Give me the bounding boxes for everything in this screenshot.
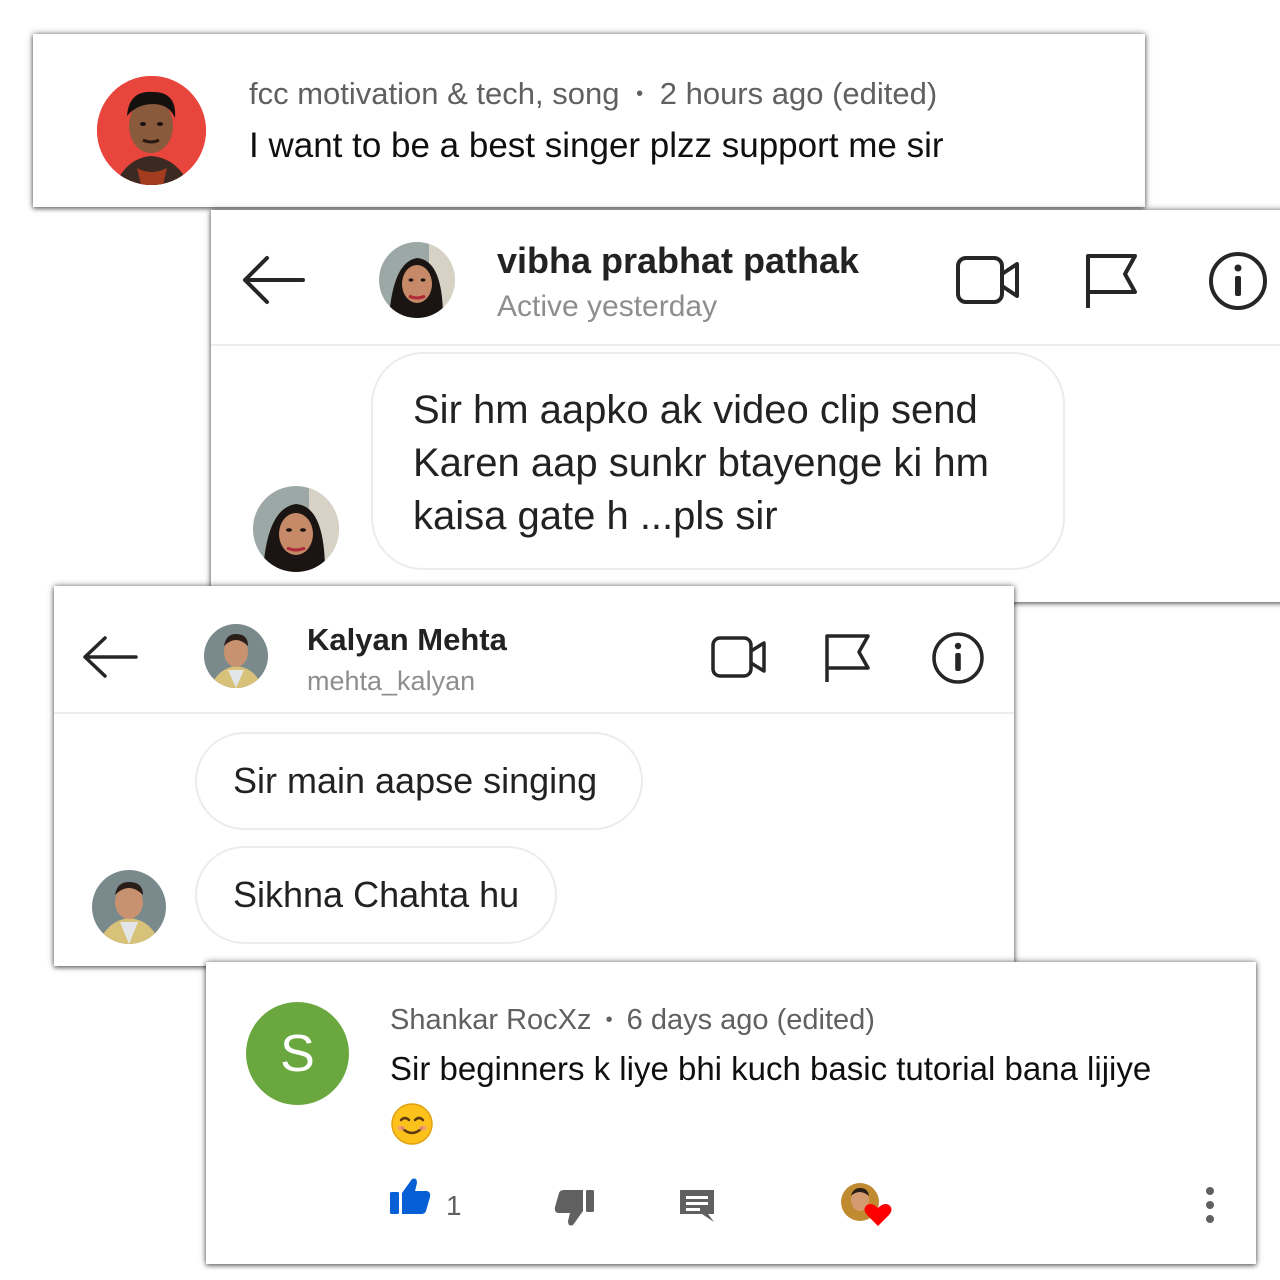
message-text: Sir main aapse singing xyxy=(233,760,598,801)
like-count: 1 xyxy=(446,1190,462,1221)
comment-card-fcc: fcc motivation & tech, song • 2 hours ag… xyxy=(33,34,1145,207)
person-photo-icon xyxy=(204,624,268,688)
flag-icon[interactable] xyxy=(822,632,872,684)
info-icon[interactable] xyxy=(1207,250,1269,312)
info-icon[interactable] xyxy=(930,630,986,686)
comment-meta: Shankar RocXz • 6 days ago (edited) xyxy=(390,1004,875,1037)
message-line: Karen aap sunkr btayenge ki hm xyxy=(413,441,989,485)
message-line: Sir hm aapko ak video clip send xyxy=(413,388,978,432)
person-photo-icon xyxy=(379,242,455,318)
header-divider xyxy=(211,344,1280,346)
person-photo-icon xyxy=(253,486,339,572)
comment-author[interactable]: fcc motivation & tech, song xyxy=(249,76,619,111)
person-photo-icon xyxy=(92,870,166,944)
flag-icon[interactable] xyxy=(1083,252,1139,310)
message-line: kaisa gate h ...pls sir xyxy=(413,494,778,538)
thumbs-up-icon[interactable] xyxy=(388,1176,432,1216)
commenter-avatar[interactable] xyxy=(97,76,206,185)
commenter-avatar[interactable]: S xyxy=(246,1002,349,1105)
more-vert-icon[interactable] xyxy=(1202,1186,1218,1224)
back-arrow-icon[interactable] xyxy=(239,254,307,306)
smiling-face-emoji xyxy=(391,1103,433,1145)
message-bubble[interactable]: Sir main aapse singing xyxy=(195,732,643,830)
dm-card-vibha: vibha prabhat pathak Active yesterday Si… xyxy=(211,210,1280,602)
comment-time: 2 hours ago (edited) xyxy=(659,76,938,111)
message-text: Sikhna Chahta hu xyxy=(233,874,520,915)
chat-avatar[interactable] xyxy=(204,624,268,688)
comment-meta: fcc motivation & tech, song • 2 hours ag… xyxy=(249,76,937,112)
comment-card-shankar: S Shankar RocXz • 6 days ago (edited) Si… xyxy=(206,962,1256,1264)
message-sender-avatar[interactable] xyxy=(92,870,166,944)
meta-separator: • xyxy=(605,1009,613,1031)
chat-avatar[interactable] xyxy=(379,242,455,318)
chat-contact-name[interactable]: vibha prabhat pathak xyxy=(497,240,859,282)
comment-text: Sir beginners k liye bhi kuch basic tuto… xyxy=(390,1050,1152,1087)
thumbs-down-icon[interactable] xyxy=(554,1188,596,1228)
dm-card-kalyan: Kalyan Mehta mehta_kalyan Sir main aapse… xyxy=(54,586,1014,966)
message-sender-avatar[interactable] xyxy=(253,486,339,572)
chat-contact-name[interactable]: Kalyan Mehta xyxy=(307,622,507,658)
chat-username: mehta_kalyan xyxy=(307,666,476,696)
active-status: Active yesterday xyxy=(497,290,718,323)
creator-heart-icon[interactable] xyxy=(840,1182,892,1226)
meta-separator: • xyxy=(636,83,644,105)
person-photo-icon xyxy=(97,76,206,185)
message-bubble[interactable]: Sir hm aapko ak video clip send Karen aa… xyxy=(371,352,1065,570)
comment-time: 6 days ago (edited) xyxy=(626,1004,875,1036)
header-divider xyxy=(54,712,1014,714)
comment-author[interactable]: Shankar RocXz xyxy=(390,1004,592,1036)
video-camera-icon[interactable] xyxy=(710,634,768,680)
video-camera-icon[interactable] xyxy=(955,254,1021,306)
back-arrow-icon[interactable] xyxy=(80,634,140,680)
reply-icon[interactable] xyxy=(678,1188,716,1224)
comment-text: I want to be a best singer plzz support … xyxy=(249,126,944,165)
message-bubble[interactable]: Sikhna Chahta hu xyxy=(195,846,557,944)
avatar-letter: S xyxy=(280,1024,315,1083)
